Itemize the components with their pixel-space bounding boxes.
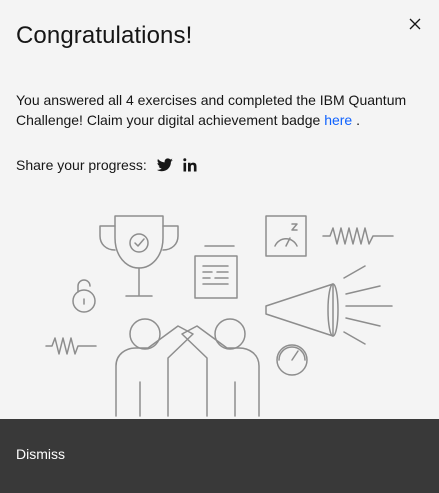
modal-footer: Dismiss: [0, 419, 439, 493]
modal-message: You answered all 4 exercises and complet…: [16, 90, 426, 130]
message-suffix: .: [352, 112, 360, 128]
modal-title: Congratulations!: [16, 22, 193, 49]
wave-icon-left: [45, 337, 97, 355]
congratulations-modal: Congratulations! You answered all 4 exer…: [0, 0, 439, 493]
megaphone-icon: [265, 265, 393, 345]
lock-icon: [72, 279, 96, 313]
twitter-share-button[interactable]: [156, 158, 173, 172]
gauge-icon: [265, 215, 307, 257]
badge-link[interactable]: here: [324, 112, 352, 128]
trophy-icon: [99, 215, 179, 297]
close-icon: [409, 18, 421, 30]
high-five-icon: [115, 318, 260, 417]
wave-icon: [322, 227, 394, 245]
share-row: Share your progress:: [16, 157, 197, 173]
celebration-illustration: [45, 215, 394, 417]
twitter-icon: [156, 158, 173, 172]
close-button[interactable]: [405, 14, 425, 34]
speedometer-icon: [276, 344, 308, 376]
linkedin-share-button[interactable]: [183, 158, 197, 172]
document-icon: [194, 245, 238, 299]
dismiss-button[interactable]: Dismiss: [0, 419, 439, 489]
share-label: Share your progress:: [16, 157, 147, 173]
linkedin-icon: [183, 158, 197, 172]
